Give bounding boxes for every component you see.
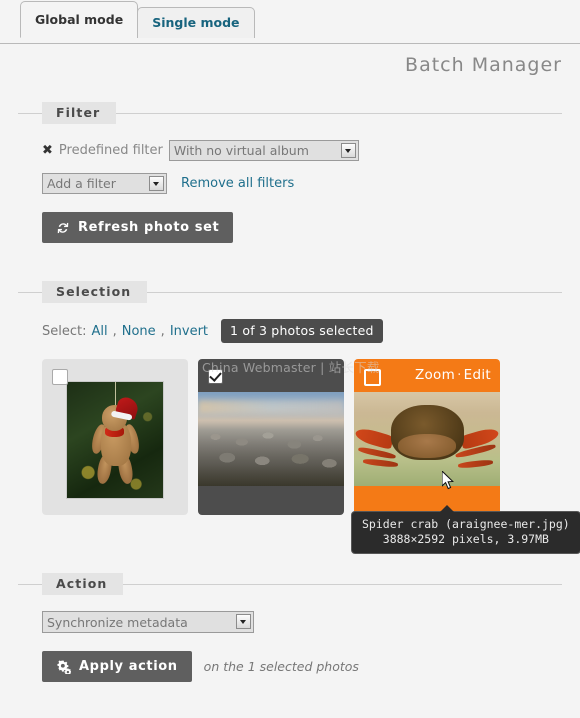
thumbnail-checkbox[interactable]: [208, 369, 223, 384]
action-select-wrap: Synchronize metadata: [42, 611, 254, 633]
thumbnail-image: [198, 392, 344, 486]
thumbnail-image: [66, 381, 164, 499]
predefined-filter-label: Predefined filter: [58, 143, 163, 158]
selection-body: Select: All, None, Invert 1 of 3 photos …: [18, 303, 580, 554]
apply-action-label: Apply action: [79, 659, 178, 674]
sep-2: ,: [160, 323, 165, 339]
refresh-icon: [56, 221, 70, 235]
select-none-link[interactable]: None: [122, 324, 156, 339]
predefined-filter-select[interactable]: With no virtual album: [168, 140, 359, 161]
tab-single-mode[interactable]: Single mode: [137, 7, 255, 38]
select-invert-link[interactable]: Invert: [170, 324, 208, 339]
thumbnail-item[interactable]: [42, 359, 188, 515]
tooltip-details: 3888×2592 pixels, 3.97MB: [382, 532, 549, 546]
add-filter-row: Add a filter Remove all filters: [42, 173, 538, 194]
thumbnail-item[interactable]: China Webmaster | 站长下载: [198, 359, 379, 515]
predefined-filter-select-wrap: With no virtual album: [168, 140, 359, 161]
select-label: Select:: [42, 323, 87, 339]
tab-single-mode-label: Single mode: [152, 15, 240, 30]
apply-row: Apply action on the 1 selected photos: [42, 651, 538, 682]
select-line: Select: All, None, Invert 1 of 3 photos …: [42, 319, 538, 343]
x-remove-icon[interactable]: ✖: [42, 144, 53, 157]
action-legend: Action: [42, 573, 124, 595]
action-select[interactable]: Synchronize metadata: [42, 611, 254, 633]
gears-icon: [56, 659, 72, 675]
action-separator: ·: [457, 367, 462, 383]
add-filter-select[interactable]: Add a filter: [42, 173, 167, 194]
refresh-row: Refresh photo set: [42, 212, 538, 243]
tab-global-mode[interactable]: Global mode: [20, 1, 139, 38]
thumbnail-checkbox[interactable]: [364, 369, 381, 386]
predefined-filter-row: ✖ Predefined filter With no virtual albu…: [42, 140, 538, 161]
filter-legend: Filter: [42, 102, 117, 124]
tab-list: Global mode Single mode: [0, 0, 580, 44]
photo-tooltip: Spider crab (araignee-mer.jpg) 3888×2592…: [351, 505, 580, 554]
tab-global-mode-label: Global mode: [35, 12, 124, 27]
action-body: Synchronize metadata Apply action on the…: [18, 595, 562, 694]
apply-action-note: on the 1 selected photos: [203, 659, 359, 674]
edit-link[interactable]: Edit: [464, 367, 491, 383]
selection-legend: Selection: [42, 281, 148, 303]
action-select-row: Synchronize metadata: [42, 611, 538, 633]
selection-count-badge: 1 of 3 photos selected: [221, 319, 383, 343]
add-filter-select-wrap: Add a filter: [42, 173, 167, 194]
sep-1: ,: [112, 323, 117, 339]
action-section: Action Synchronize metadata Apply action…: [18, 573, 562, 694]
tabsheet: Global mode Single mode: [0, 0, 580, 44]
thumbnail-image: [354, 392, 500, 486]
page-title: Batch Manager: [405, 54, 562, 76]
page-content: Batch Manager Filter ✖ Predefined filter…: [0, 44, 580, 694]
refresh-photo-set-button[interactable]: Refresh photo set: [42, 212, 234, 243]
thumbnail-checkbox[interactable]: [52, 369, 68, 385]
thumbnail-grid: China Webmaster | 站长下载 Zoom · Edit Spide…: [42, 359, 580, 554]
select-all-link[interactable]: All: [91, 324, 107, 339]
filter-section: Filter ✖ Predefined filter With no virtu…: [18, 102, 562, 255]
thumbnail-actions: Zoom · Edit: [415, 367, 491, 383]
remove-all-filters-link[interactable]: Remove all filters: [181, 176, 294, 191]
thumbnail-item[interactable]: Zoom · Edit: [354, 359, 500, 515]
selection-section: Selection Select: All, None, Invert 1 of…: [18, 281, 580, 554]
zoom-link[interactable]: Zoom: [415, 367, 455, 383]
refresh-photo-set-label: Refresh photo set: [78, 220, 220, 235]
tooltip-title: Spider crab (araignee-mer.jpg): [362, 517, 570, 531]
apply-action-button[interactable]: Apply action: [42, 651, 192, 682]
filter-body: ✖ Predefined filter With no virtual albu…: [18, 124, 562, 255]
